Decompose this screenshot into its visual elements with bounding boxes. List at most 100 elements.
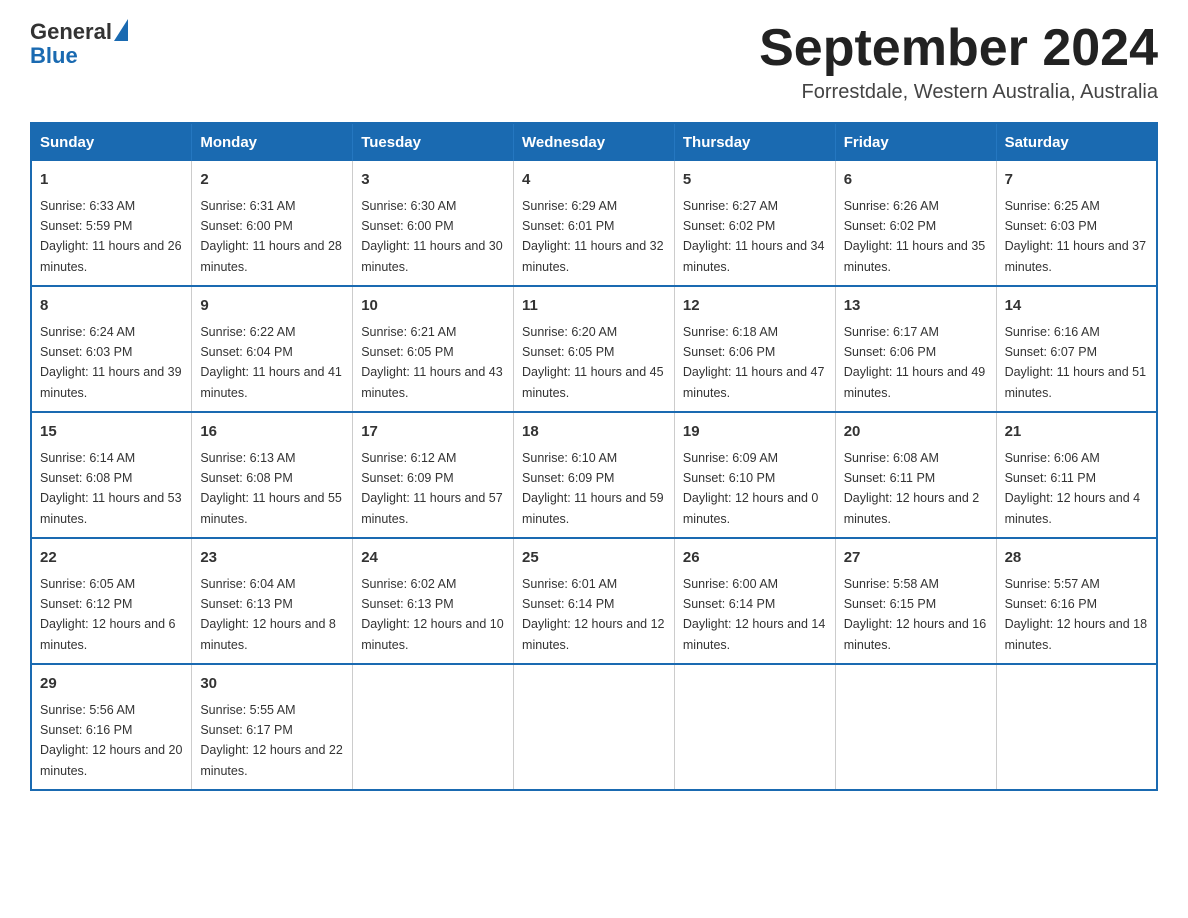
title-block: September 2024 Forrestdale, Western Aust…	[759, 20, 1158, 104]
calendar-cell: 11 Sunrise: 6:20 AMSunset: 6:05 PMDayligh…	[514, 286, 675, 412]
day-info: Sunrise: 6:30 AMSunset: 6:00 PMDaylight:…	[361, 199, 503, 274]
day-info: Sunrise: 5:55 AMSunset: 6:17 PMDaylight:…	[200, 703, 342, 778]
day-info: Sunrise: 6:14 AMSunset: 6:08 PMDaylight:…	[40, 451, 182, 526]
calendar-cell: 23 Sunrise: 6:04 AMSunset: 6:13 PMDayligh…	[192, 538, 353, 664]
weekday-header-row: SundayMondayTuesdayWednesdayThursdayFrid…	[31, 123, 1157, 161]
calendar-body: 1 Sunrise: 6:33 AMSunset: 5:59 PMDaylight…	[31, 161, 1157, 790]
day-info: Sunrise: 5:57 AMSunset: 6:16 PMDaylight:…	[1005, 577, 1147, 652]
calendar-cell: 6 Sunrise: 6:26 AMSunset: 6:02 PMDaylight…	[835, 161, 996, 286]
day-number: 23	[200, 547, 344, 570]
day-number: 15	[40, 421, 183, 444]
calendar-cell: 7 Sunrise: 6:25 AMSunset: 6:03 PMDaylight…	[996, 161, 1157, 286]
calendar-cell: 25 Sunrise: 6:01 AMSunset: 6:14 PMDayligh…	[514, 538, 675, 664]
calendar-week-2: 8 Sunrise: 6:24 AMSunset: 6:03 PMDaylight…	[31, 286, 1157, 412]
day-number: 11	[522, 295, 666, 318]
day-info: Sunrise: 6:08 AMSunset: 6:11 PMDaylight:…	[844, 451, 980, 526]
calendar-week-4: 22 Sunrise: 6:05 AMSunset: 6:12 PMDayligh…	[31, 538, 1157, 664]
calendar-cell: 5Sunrise: 6:27 AMSunset: 6:02 PMDaylight…	[674, 161, 835, 286]
day-info: Sunrise: 6:18 AMSunset: 6:06 PMDaylight:…	[683, 325, 825, 400]
calendar-cell: 10 Sunrise: 6:21 AMSunset: 6:05 PMDayligh…	[353, 286, 514, 412]
calendar-cell: 27Sunrise: 5:58 AMSunset: 6:15 PMDayligh…	[835, 538, 996, 664]
day-number: 22	[40, 547, 183, 570]
day-number: 10	[361, 295, 505, 318]
weekday-header-monday: Monday	[192, 123, 353, 161]
day-number: 26	[683, 547, 827, 570]
weekday-header-wednesday: Wednesday	[514, 123, 675, 161]
day-number: 29	[40, 673, 183, 696]
weekday-header-saturday: Saturday	[996, 123, 1157, 161]
day-number: 25	[522, 547, 666, 570]
calendar-cell: 1 Sunrise: 6:33 AMSunset: 5:59 PMDaylight…	[31, 161, 192, 286]
day-info: Sunrise: 6:22 AMSunset: 6:04 PMDaylight:…	[200, 325, 342, 400]
day-info: Sunrise: 6:21 AMSunset: 6:05 PMDaylight:…	[361, 325, 503, 400]
day-info: Sunrise: 6:33 AMSunset: 5:59 PMDaylight:…	[40, 199, 182, 274]
calendar-cell: 30Sunrise: 5:55 AMSunset: 6:17 PMDayligh…	[192, 664, 353, 790]
day-number: 1	[40, 169, 183, 192]
calendar-week-5: 29Sunrise: 5:56 AMSunset: 6:16 PMDayligh…	[31, 664, 1157, 790]
location-text: Forrestdale, Western Australia, Australi…	[759, 81, 1158, 104]
calendar-cell	[996, 664, 1157, 790]
logo-blue-text: Blue	[30, 44, 78, 68]
day-info: Sunrise: 6:12 AMSunset: 6:09 PMDaylight:…	[361, 451, 503, 526]
day-number: 20	[844, 421, 988, 444]
day-number: 2	[200, 169, 344, 192]
day-info: Sunrise: 6:17 AMSunset: 6:06 PMDaylight:…	[844, 325, 986, 400]
logo-triangle-icon	[114, 19, 128, 41]
day-number: 3	[361, 169, 505, 192]
calendar-cell: 3 Sunrise: 6:30 AMSunset: 6:00 PMDaylight…	[353, 161, 514, 286]
calendar-cell: 24 Sunrise: 6:02 AMSunset: 6:13 PMDayligh…	[353, 538, 514, 664]
calendar-week-1: 1 Sunrise: 6:33 AMSunset: 5:59 PMDaylight…	[31, 161, 1157, 286]
calendar-cell: 20 Sunrise: 6:08 AMSunset: 6:11 PMDayligh…	[835, 412, 996, 538]
day-info: Sunrise: 6:26 AMSunset: 6:02 PMDaylight:…	[844, 199, 986, 274]
calendar-cell: 4 Sunrise: 6:29 AMSunset: 6:01 PMDaylight…	[514, 161, 675, 286]
day-info: Sunrise: 6:20 AMSunset: 6:05 PMDaylight:…	[522, 325, 664, 400]
weekday-header-thursday: Thursday	[674, 123, 835, 161]
page-header: General Blue September 2024 Forrestdale,…	[30, 20, 1158, 104]
day-number: 17	[361, 421, 505, 444]
calendar-cell: 26Sunrise: 6:00 AMSunset: 6:14 PMDayligh…	[674, 538, 835, 664]
calendar-cell	[353, 664, 514, 790]
calendar-cell: 22 Sunrise: 6:05 AMSunset: 6:12 PMDayligh…	[31, 538, 192, 664]
day-number: 7	[1005, 169, 1148, 192]
calendar-cell	[674, 664, 835, 790]
calendar-cell	[835, 664, 996, 790]
day-info: Sunrise: 6:02 AMSunset: 6:13 PMDaylight:…	[361, 577, 503, 652]
day-number: 6	[844, 169, 988, 192]
day-info: Sunrise: 6:01 AMSunset: 6:14 PMDaylight:…	[522, 577, 664, 652]
day-number: 19	[683, 421, 827, 444]
day-info: Sunrise: 5:58 AMSunset: 6:15 PMDaylight:…	[844, 577, 986, 652]
logo: General Blue	[30, 20, 128, 68]
day-info: Sunrise: 6:24 AMSunset: 6:03 PMDaylight:…	[40, 325, 182, 400]
day-info: Sunrise: 6:10 AMSunset: 6:09 PMDaylight:…	[522, 451, 664, 526]
day-number: 5	[683, 169, 827, 192]
day-info: Sunrise: 6:29 AMSunset: 6:01 PMDaylight:…	[522, 199, 664, 274]
day-info: Sunrise: 6:09 AMSunset: 6:10 PMDaylight:…	[683, 451, 819, 526]
day-info: Sunrise: 6:25 AMSunset: 6:03 PMDaylight:…	[1005, 199, 1147, 274]
day-number: 24	[361, 547, 505, 570]
calendar-cell: 14Sunrise: 6:16 AMSunset: 6:07 PMDayligh…	[996, 286, 1157, 412]
calendar-cell: 9 Sunrise: 6:22 AMSunset: 6:04 PMDaylight…	[192, 286, 353, 412]
day-number: 21	[1005, 421, 1148, 444]
logo-general-text: General	[30, 20, 112, 44]
calendar-header: SundayMondayTuesdayWednesdayThursdayFrid…	[31, 123, 1157, 161]
calendar-cell: 8 Sunrise: 6:24 AMSunset: 6:03 PMDaylight…	[31, 286, 192, 412]
day-info: Sunrise: 6:05 AMSunset: 6:12 PMDaylight:…	[40, 577, 176, 652]
calendar-cell: 19 Sunrise: 6:09 AMSunset: 6:10 PMDayligh…	[674, 412, 835, 538]
weekday-header-tuesday: Tuesday	[353, 123, 514, 161]
weekday-header-sunday: Sunday	[31, 123, 192, 161]
day-number: 8	[40, 295, 183, 318]
calendar-cell: 16Sunrise: 6:13 AMSunset: 6:08 PMDayligh…	[192, 412, 353, 538]
day-number: 12	[683, 295, 827, 318]
calendar-cell: 29Sunrise: 5:56 AMSunset: 6:16 PMDayligh…	[31, 664, 192, 790]
calendar-cell: 21Sunrise: 6:06 AMSunset: 6:11 PMDayligh…	[996, 412, 1157, 538]
day-number: 28	[1005, 547, 1148, 570]
calendar-cell: 12 Sunrise: 6:18 AMSunset: 6:06 PMDayligh…	[674, 286, 835, 412]
day-number: 18	[522, 421, 666, 444]
day-number: 4	[522, 169, 666, 192]
calendar-week-3: 15 Sunrise: 6:14 AMSunset: 6:08 PMDayligh…	[31, 412, 1157, 538]
day-info: Sunrise: 6:04 AMSunset: 6:13 PMDaylight:…	[200, 577, 336, 652]
calendar-cell: 15 Sunrise: 6:14 AMSunset: 6:08 PMDayligh…	[31, 412, 192, 538]
day-number: 9	[200, 295, 344, 318]
day-number: 14	[1005, 295, 1148, 318]
calendar-cell: 17 Sunrise: 6:12 AMSunset: 6:09 PMDayligh…	[353, 412, 514, 538]
